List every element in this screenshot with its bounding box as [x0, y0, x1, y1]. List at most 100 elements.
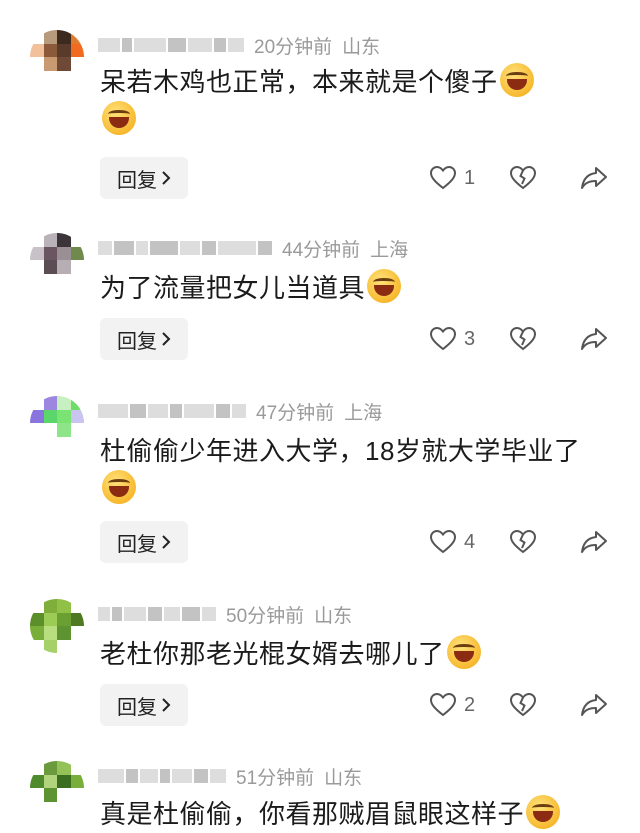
chevron-right-icon [162, 535, 171, 549]
like-button[interactable]: 4 [430, 530, 510, 554]
avatar[interactable] [30, 396, 84, 450]
comment-text-content: 杜偷偷少年进入大学，18岁就大学毕业了 [100, 436, 581, 466]
avatar-pixel [30, 70, 44, 84]
comment-time: 50分钟前 [226, 605, 305, 627]
avatar-pixel [70, 396, 84, 410]
avatar-pixel [30, 801, 44, 815]
like-count: 1 [464, 166, 476, 189]
comment-time: 20分钟前 [254, 36, 333, 58]
avatar-pixel [57, 57, 71, 71]
comment-text: 呆若木鸡也正常，本来就是个傻子 [100, 63, 600, 139]
avatar-pixel [30, 774, 44, 788]
avatar-pixel [30, 788, 44, 802]
avatar-pixel [57, 423, 71, 437]
avatar-pixel [70, 246, 84, 260]
avatar-pixel [43, 639, 57, 653]
avatar[interactable] [30, 599, 84, 653]
share-button[interactable] [580, 327, 610, 351]
avatar-pixel [57, 436, 71, 450]
username-blurred[interactable] [98, 239, 272, 257]
comment-text-content: 真是杜偷偷，你看那贼眉鼠眼这样子 [100, 799, 525, 829]
avatar-pixel [57, 233, 71, 247]
share-button[interactable] [580, 166, 610, 190]
avatar-pixel [43, 423, 57, 437]
avatar-pixel [57, 626, 71, 640]
avatar-pixel [57, 774, 71, 788]
avatar-pixel [43, 273, 57, 287]
comment-location: 上海 [370, 239, 409, 261]
reply-label: 回复 [117, 169, 157, 192]
avatar-pixel [30, 260, 44, 274]
laugh-cry-emoji-icon [367, 269, 402, 303]
dislike-button[interactable] [510, 530, 580, 554]
avatar[interactable] [30, 761, 84, 815]
laugh-emoji-icon [446, 635, 481, 669]
like-button[interactable]: 3 [430, 327, 510, 351]
avatar-pixel [43, 233, 57, 247]
comment-meta: 47分钟前 上海 [98, 396, 382, 426]
like-button[interactable]: 2 [430, 693, 510, 717]
avatar-pixel [70, 43, 84, 57]
avatar-pixel [43, 260, 57, 274]
username-blurred[interactable] [98, 402, 246, 420]
avatar-pixel [57, 43, 71, 57]
username-blurred[interactable] [98, 605, 216, 623]
share-button[interactable] [580, 693, 610, 717]
broken-heart-icon [510, 166, 536, 190]
avatar-pixel [43, 788, 57, 802]
avatar-pixel [70, 774, 84, 788]
avatar-pixel [70, 70, 84, 84]
comment-location: 山东 [314, 605, 353, 627]
avatar-pixel [70, 57, 84, 71]
comment-text: 杜偷偷少年进入大学，18岁就大学毕业了 [100, 432, 600, 508]
avatar[interactable] [30, 30, 84, 84]
dislike-button[interactable] [510, 693, 580, 717]
avatar-pixel [43, 396, 57, 410]
dislike-button[interactable] [510, 166, 580, 190]
share-button[interactable] [580, 530, 610, 554]
comment-text: 老杜你那老光棍女婿去哪儿了 [100, 635, 600, 673]
comment-text-content: 老杜你那老光棍女婿去哪儿了 [100, 639, 445, 669]
comment-actions: 1 [430, 157, 610, 199]
comment-text-content: 呆若木鸡也正常，本来就是个傻子 [100, 67, 498, 97]
username-blurred[interactable] [98, 36, 244, 54]
reply-button[interactable]: 回复 [100, 157, 188, 199]
reply-label: 回复 [117, 696, 157, 719]
avatar-pixel [57, 612, 71, 626]
avatar-pixel [70, 761, 84, 775]
avatar-pixel [30, 43, 44, 57]
avatar-pixel [43, 599, 57, 613]
avatar-pixel [70, 801, 84, 815]
avatar-pixel [30, 57, 44, 71]
avatar-pixel [70, 233, 84, 247]
avatar[interactable] [30, 233, 84, 287]
avatar-pixel [70, 626, 84, 640]
dislike-button[interactable] [510, 327, 580, 351]
like-button[interactable]: 1 [430, 166, 510, 190]
avatar-pixel [70, 260, 84, 274]
comment-time: 47分钟前 [256, 402, 335, 424]
comment-text-content: 为了流量把女儿当道具 [100, 273, 366, 303]
avatar-pixel [57, 70, 71, 84]
reply-button[interactable]: 回复 [100, 318, 188, 360]
avatar-pixel [57, 599, 71, 613]
avatar-pixel [30, 396, 44, 410]
avatar-pixel [70, 409, 84, 423]
comment-text: 为了流量把女儿当道具 [100, 269, 600, 307]
like-count: 4 [464, 530, 476, 553]
broken-heart-icon [510, 530, 536, 554]
laugh-cry-emoji-icon [102, 101, 136, 135]
avatar-pixel [57, 788, 71, 802]
laugh-emoji-icon [526, 795, 561, 829]
share-arrow-icon [581, 328, 607, 350]
username-blurred[interactable] [98, 767, 226, 785]
comment-location: 山东 [324, 767, 363, 789]
avatar-pixel [43, 774, 57, 788]
avatar-pixel [43, 612, 57, 626]
chevron-right-icon [162, 171, 171, 185]
reply-button[interactable]: 回复 [100, 684, 188, 726]
reply-label: 回复 [117, 533, 157, 556]
reply-button[interactable]: 回复 [100, 521, 188, 563]
avatar-pixel [30, 423, 44, 437]
avatar-pixel [30, 599, 44, 613]
